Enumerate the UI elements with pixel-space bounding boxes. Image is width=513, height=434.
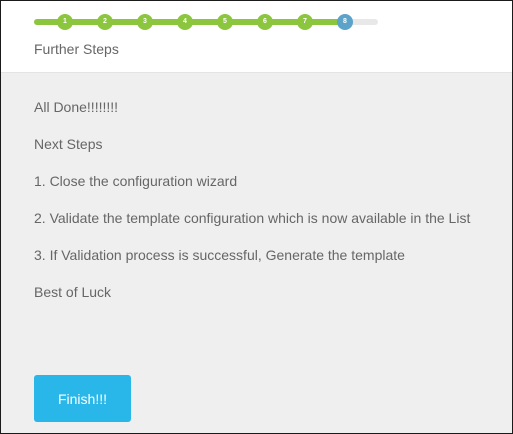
wizard-panel: 1 2 3 4 5 6 7 8 Further Steps All Done!!!!!!!! …	[0, 0, 513, 434]
done-message: All Done!!!!!!!!	[34, 99, 119, 115]
closing-message: Best of Luck	[34, 284, 112, 300]
progress-step-8[interactable]: 8	[337, 14, 353, 30]
progress-indicator: 1 2 3 4 5 6 7 8	[34, 14, 378, 30]
progress-step-7[interactable]: 7	[297, 14, 313, 30]
progress-step-4[interactable]: 4	[177, 14, 193, 30]
next-step-item: 1. Close the configuration wizard	[34, 173, 238, 189]
progress-step-5[interactable]: 5	[217, 14, 233, 30]
next-steps-heading: Next Steps	[34, 136, 103, 152]
wizard-header: 1 2 3 4 5 6 7 8 Further Steps	[1, 1, 512, 73]
step-title: Further Steps	[34, 41, 119, 57]
progress-step-3[interactable]: 3	[137, 14, 153, 30]
finish-button[interactable]: Finish!!!	[34, 375, 131, 422]
progress-step-6[interactable]: 6	[257, 14, 273, 30]
progress-step-1[interactable]: 1	[57, 14, 73, 30]
next-step-item: 2. Validate the template configuration w…	[34, 210, 471, 226]
next-step-item: 3. If Validation process is successful, …	[34, 247, 405, 263]
progress-step-2[interactable]: 2	[97, 14, 113, 30]
wizard-content: All Done!!!!!!!! Next Steps 1. Close the…	[34, 99, 504, 321]
